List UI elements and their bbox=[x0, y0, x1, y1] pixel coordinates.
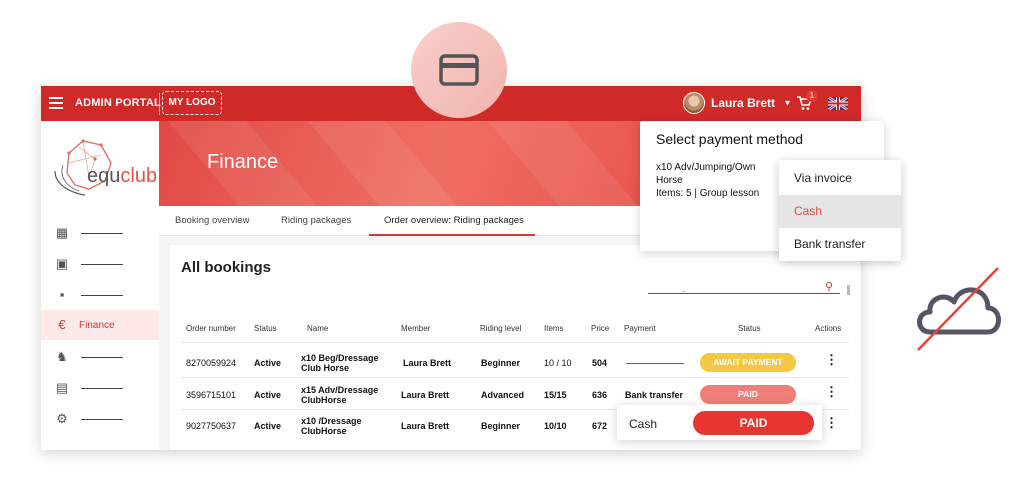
column-header: Status bbox=[254, 324, 277, 333]
sidebar-item-horses[interactable]: ♞ bbox=[41, 342, 159, 372]
row-items: 15/15 bbox=[544, 390, 567, 400]
payment-empty bbox=[626, 363, 684, 364]
more-actions-icon[interactable]: ⋮ bbox=[825, 416, 838, 429]
row-price: 672 bbox=[592, 421, 608, 431]
order-number: 9027750637 bbox=[186, 421, 237, 431]
order-number: 3596715101 bbox=[186, 390, 237, 400]
option-cash[interactable]: Cash bbox=[779, 195, 901, 228]
status-badge: AWAIT PAYMENT bbox=[700, 353, 796, 372]
credit-card-bubble bbox=[411, 22, 507, 118]
sidebar-item-finance[interactable]: € Finance bbox=[41, 310, 159, 340]
uk-flag-icon[interactable] bbox=[828, 97, 848, 110]
row-status: Active bbox=[254, 390, 282, 400]
option-bank-transfer[interactable]: Bank transfer bbox=[779, 228, 901, 261]
row-price: 636 bbox=[592, 390, 608, 400]
divider bbox=[159, 93, 160, 115]
chevron-down-icon: ▾ bbox=[785, 97, 791, 109]
brand-name: equclub bbox=[87, 165, 158, 187]
tab-booking-overview[interactable]: Booking overview bbox=[175, 215, 249, 226]
cloud-off-icon bbox=[917, 267, 1001, 351]
sidebar-item-label: Finance bbox=[79, 319, 115, 331]
row-items: 10 / 10 bbox=[544, 358, 572, 368]
row-level: Beginner bbox=[481, 421, 521, 431]
section-title: All bookings bbox=[181, 259, 271, 276]
row-level: Beginner bbox=[481, 358, 521, 368]
payment-method-dropdown: Via invoice Cash Bank transfer bbox=[779, 160, 901, 261]
highlighted-payment-row: Cash PAID bbox=[617, 405, 822, 440]
row-member: Laura Brett bbox=[401, 421, 450, 431]
column-header: Name bbox=[307, 324, 329, 333]
sidebar: equclub ▦ ▣ ▪ € Finance ♞ ▤ ⚙ bbox=[41, 121, 159, 450]
row-member: Laura Brett bbox=[403, 358, 452, 368]
menu-icon[interactable] bbox=[49, 97, 63, 112]
column-header: Member bbox=[401, 324, 431, 333]
row-level: Advanced bbox=[481, 390, 525, 400]
scrollbar[interactable] bbox=[847, 285, 850, 295]
avatar bbox=[683, 92, 705, 114]
row-name: x10 /Dressage ClubHorse bbox=[301, 416, 362, 436]
sidebar-item-dashboard[interactable]: ▦ bbox=[41, 218, 159, 248]
column-header: Riding level bbox=[480, 324, 522, 333]
row-status: Active bbox=[254, 358, 282, 368]
dialog-title: Select payment method bbox=[656, 131, 804, 147]
document-icon: ▤ bbox=[55, 380, 69, 395]
active-tab-indicator bbox=[369, 234, 535, 236]
sidebar-item-settings[interactable]: ⚙ bbox=[41, 404, 159, 434]
horse-icon: ♞ bbox=[56, 349, 68, 364]
search-input[interactable] bbox=[648, 293, 840, 294]
gear-icon: ⚙ bbox=[56, 411, 68, 426]
more-actions-icon[interactable]: ⋮ bbox=[825, 353, 838, 366]
column-header: Payment bbox=[624, 324, 656, 333]
dashboard-icon: ▦ bbox=[55, 225, 69, 240]
cart-badge: 1 bbox=[806, 90, 818, 102]
page-title: Finance bbox=[207, 151, 279, 173]
order-number: 8270059924 bbox=[186, 358, 237, 368]
column-header: Actions bbox=[815, 324, 842, 333]
user-menu[interactable]: Laura Brett ▾ bbox=[683, 92, 790, 114]
tab-order-overview[interactable]: Order overview: Riding packages bbox=[384, 215, 524, 226]
row-items: 10/10 bbox=[544, 421, 567, 431]
column-header: Items bbox=[544, 324, 564, 333]
calendar-icon: ▣ bbox=[55, 256, 69, 271]
row-member: Laura Brett bbox=[401, 390, 450, 400]
option-via-invoice[interactable]: Via invoice bbox=[779, 162, 901, 195]
contact-card-icon: ▪ bbox=[59, 287, 65, 302]
sidebar-item-contacts[interactable]: ▪ bbox=[41, 280, 159, 310]
row-price: 504 bbox=[592, 358, 608, 368]
credit-card-icon bbox=[439, 54, 479, 86]
user-name: Laura Brett bbox=[711, 96, 776, 110]
dialog-description: x10 Adv/Jumping/Own Horse Items: 5 | Gro… bbox=[656, 162, 760, 199]
euro-icon: € bbox=[58, 317, 66, 332]
tab-riding-packages[interactable]: Riding packages bbox=[281, 215, 351, 226]
row-payment: Bank transfer bbox=[625, 390, 684, 400]
column-header: Price bbox=[591, 324, 610, 333]
row-name: x15 Adv/Dressage ClubHorse bbox=[301, 385, 379, 405]
row-status: Active bbox=[254, 421, 282, 431]
row-name: x10 Beg/Dressage Club Horse bbox=[301, 353, 379, 373]
column-header: Status bbox=[738, 324, 761, 333]
portal-title: ADMIN PORTAL bbox=[75, 97, 161, 109]
column-header: Order number bbox=[186, 324, 236, 333]
more-actions-icon[interactable]: ⋮ bbox=[825, 385, 838, 398]
sidebar-item-documents[interactable]: ▤ bbox=[41, 373, 159, 403]
search-icon[interactable]: ⚲ bbox=[825, 280, 833, 293]
payment-cash-label: Cash bbox=[629, 417, 658, 431]
sidebar-item-calendar[interactable]: ▣ bbox=[41, 249, 159, 279]
logo-placeholder[interactable]: MY LOGO bbox=[162, 91, 222, 115]
paid-badge: PAID bbox=[693, 411, 814, 435]
status-badge: PAID bbox=[700, 385, 796, 404]
search-value: - bbox=[682, 287, 685, 296]
